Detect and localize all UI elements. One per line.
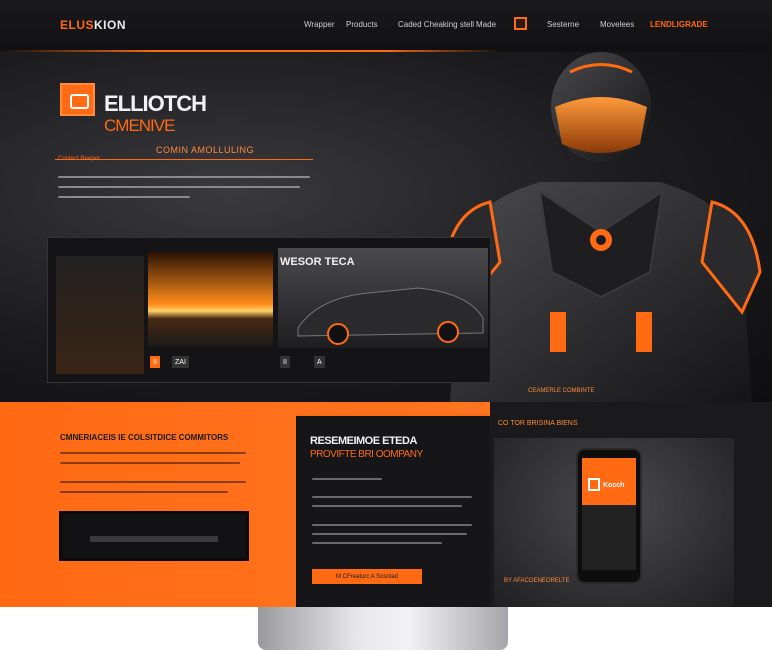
brand-logo-part2: KION (94, 18, 127, 32)
card-text-line (312, 542, 442, 544)
card-title: RESEMEIMOE ETEDA (310, 435, 417, 447)
card-cta-button[interactable]: M CFreaturc A Sosntad (312, 569, 422, 584)
brand-logo-part1: ELUS (60, 18, 95, 32)
phone-logo-icon (588, 478, 600, 491)
gallery-button[interactable]: A (314, 356, 325, 368)
gallery-car-title: WESOR TECA (280, 256, 355, 268)
card-text-line (312, 533, 467, 535)
hero-text-line (58, 186, 300, 188)
card-text-line (312, 496, 472, 498)
band-text-line (60, 481, 246, 483)
nav-cta-link[interactable]: LENDLIGRADE (650, 20, 708, 29)
hero-text-line (58, 176, 310, 178)
gallery-button[interactable]: II (150, 356, 160, 368)
phone-screen: Kocch (582, 458, 636, 570)
nav-item-caded[interactable]: Caded Cheaking stell (398, 20, 474, 29)
brand-logo[interactable]: ELUSKION (60, 18, 126, 32)
nav-square-icon[interactable] (514, 17, 527, 30)
phone-brand-text: Kocch (603, 482, 625, 489)
phone-mockup: Kocch (576, 448, 642, 584)
nav-item-wrapper[interactable]: Wrapper (304, 20, 335, 29)
band-text-line (60, 452, 246, 454)
band-text-line (60, 491, 228, 493)
sunset-image (148, 252, 273, 347)
nav-item-products[interactable]: Products (346, 20, 378, 29)
card-subtitle: PROVIFTE BRI OOMPANY (310, 449, 423, 460)
hero-label: Contect Reeper (58, 156, 101, 162)
nav-item-made[interactable]: Made (476, 20, 496, 29)
band-text-line (60, 462, 240, 464)
top-navbar: ELUSKION Wrapper Products Caded Cheaking… (0, 0, 772, 52)
hero-title: ELLIOTCH (104, 91, 207, 116)
hero-text-line (58, 196, 190, 198)
gallery-button[interactable]: ZAI (172, 356, 189, 368)
right-panel-label: CO TOR BRISINA BIENS (498, 420, 578, 427)
hero-logo-icon (60, 83, 95, 116)
card-text-line (312, 505, 462, 507)
monitor-stand (258, 607, 508, 650)
hero-tagline-right: CEAMERLE COMBINTE (528, 388, 595, 394)
hero-tagline: COMIN AMOLLULING (156, 145, 255, 155)
card-text-line (312, 478, 382, 480)
screenshot-gallery: WESOR TECA II ZAI II A (47, 237, 491, 383)
right-panel-caption: BY AFACOENEORELTE (504, 578, 570, 584)
gallery-button[interactable]: II (280, 356, 290, 368)
feature-card: RESEMEIMOE ETEDA PROVIFTE BRI OOMPANY M … (296, 414, 490, 607)
video-progress-bar[interactable] (90, 536, 218, 542)
card-text-line (312, 524, 472, 526)
video-player[interactable] (59, 511, 249, 561)
gallery-side-panel (56, 256, 144, 374)
band-heading: CMNERIACEIS IE COLSITDICE COMMITORS (60, 433, 229, 442)
nav-item-movelees[interactable]: Movelees (600, 20, 634, 29)
hero-subtitle: CMENIVE (104, 116, 175, 135)
nav-item-sesterne[interactable]: Sesterne (547, 20, 579, 29)
monitor-screen: ELUSKION Wrapper Products Caded Cheaking… (0, 0, 772, 607)
